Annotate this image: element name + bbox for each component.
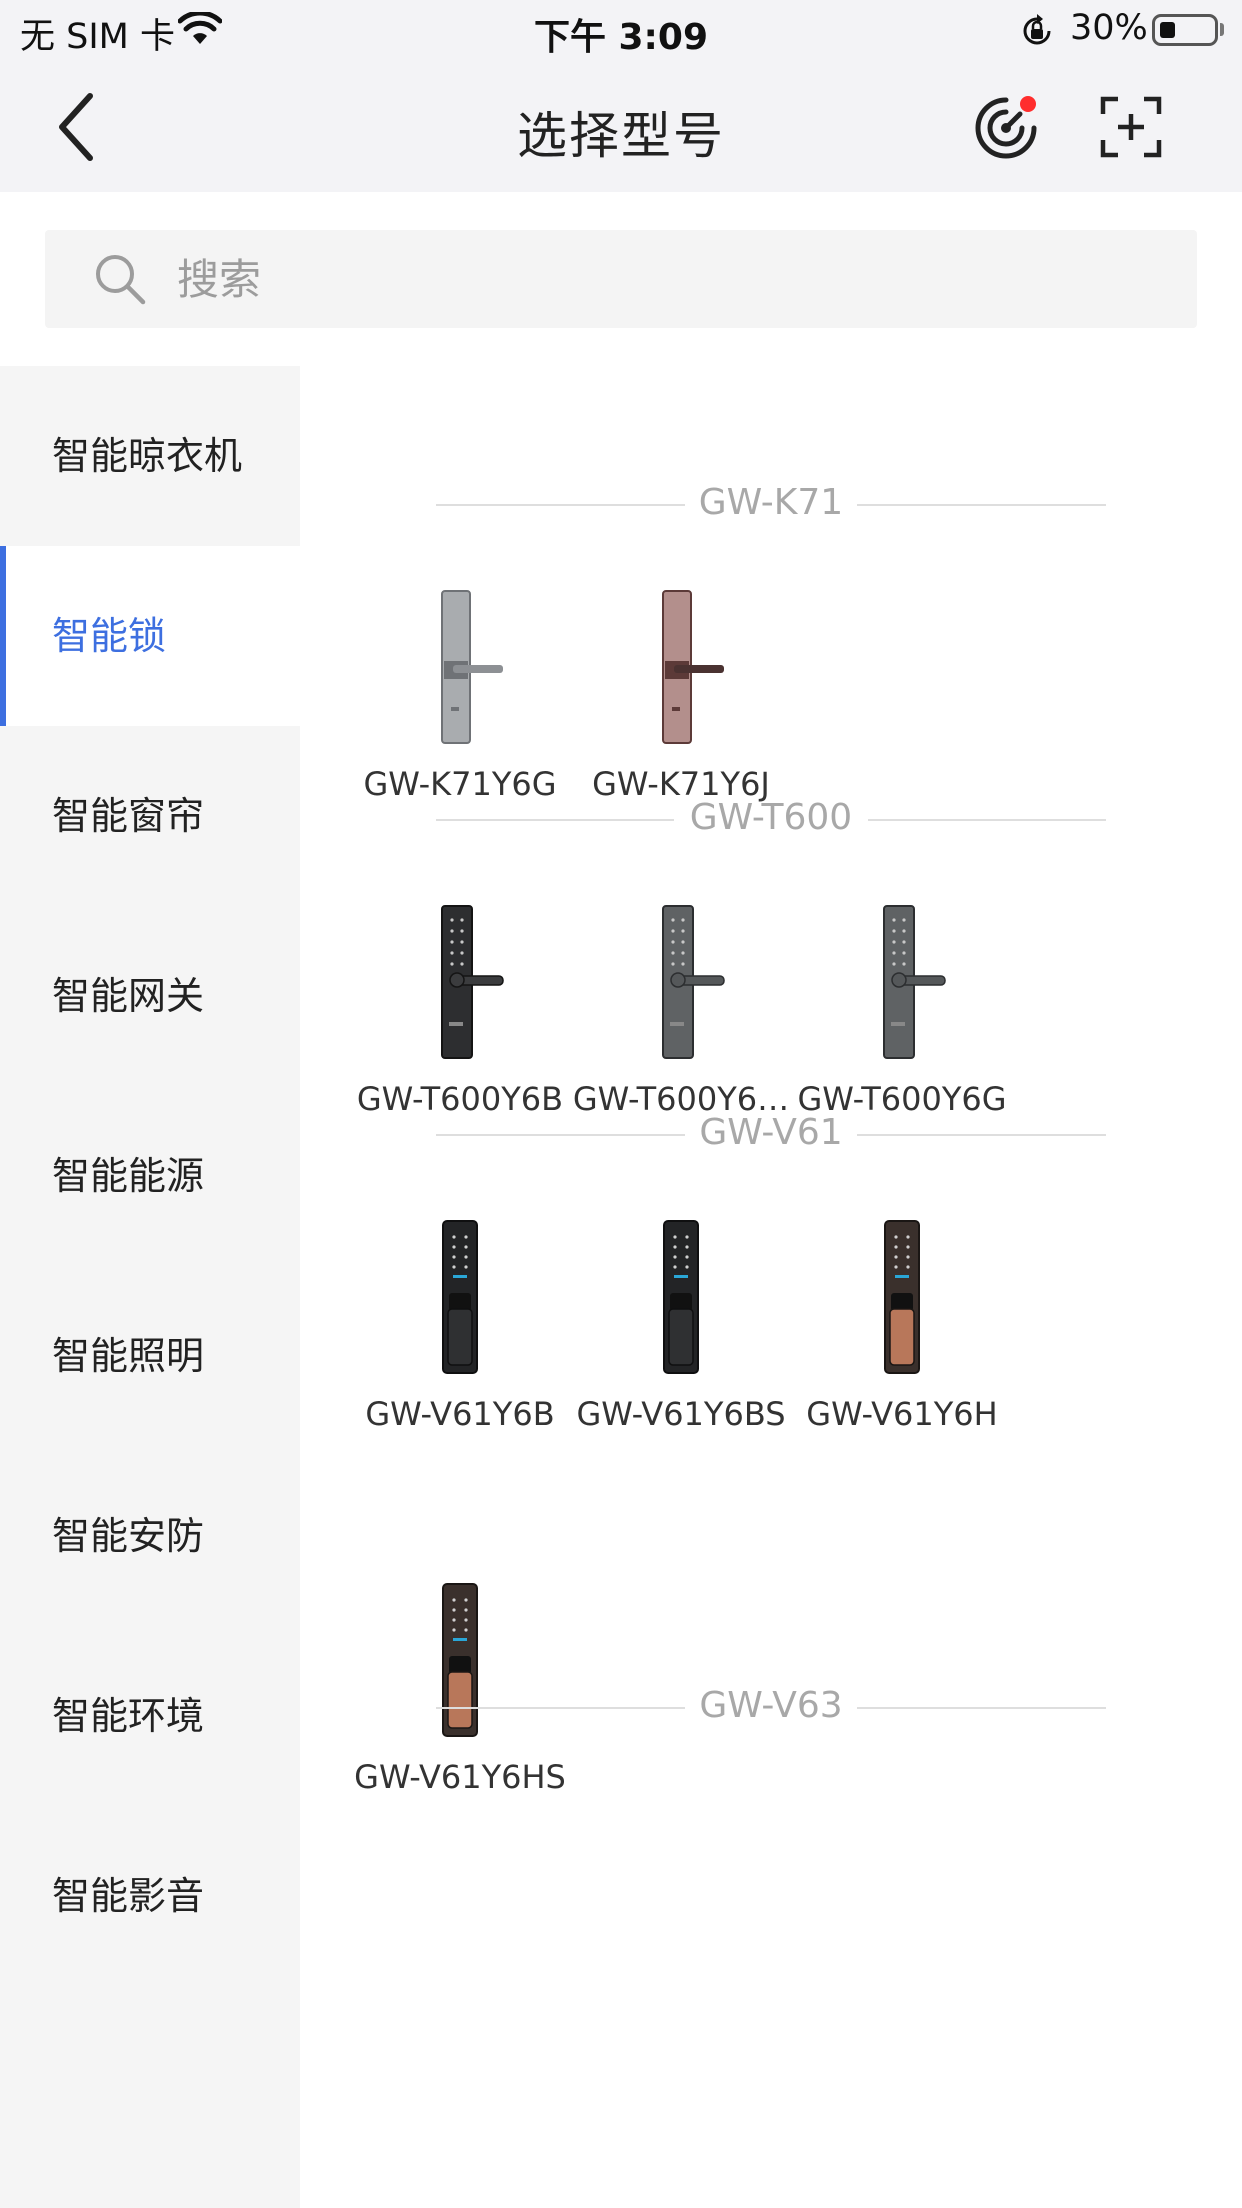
- orientation-lock-icon: [1023, 14, 1051, 45]
- product-image: [415, 587, 505, 747]
- product-image: [857, 902, 947, 1062]
- category-sidebar: 智能晾衣机 智能锁 智能窗帘 智能网关 智能能源 智能照明 智能安防 智能环境 智能影音: [0, 366, 300, 2208]
- battery-icon: [1152, 14, 1218, 46]
- sidebar-item-8[interactable]: 智能影音: [0, 1806, 300, 1986]
- section-header: GW-K71: [300, 474, 1242, 534]
- product-image: [636, 902, 726, 1062]
- sidebar-item-1[interactable]: 智能锁: [0, 546, 300, 726]
- page-title: 选择型号: [517, 107, 725, 165]
- sidebar-item-0[interactable]: 智能晾衣机: [0, 366, 300, 546]
- model-list: GW-K71 GW-K71Y6G GW-K71Y6J GW-T600 GW-T600Y6…: [300, 366, 1242, 2208]
- product-name: GW-V61Y6HS: [354, 1758, 566, 1796]
- battery-nub: [1220, 23, 1224, 36]
- section-header: GW-V63: [300, 1677, 1242, 1737]
- status-bar: 无 SIM 卡 下午 3:09 30%: [0, 0, 1242, 62]
- product-image: [636, 1217, 726, 1377]
- battery-level: [1160, 22, 1175, 38]
- product-image: [857, 1217, 947, 1377]
- product-image: [415, 902, 505, 1062]
- search-input[interactable]: [177, 230, 1157, 328]
- scan-add-icon[interactable]: [1100, 96, 1162, 158]
- section-title: GW-V61: [699, 1112, 843, 1153]
- product-item[interactable]: GW-V61Y6H: [747, 1217, 1057, 1517]
- section-title: GW-K71: [698, 482, 844, 523]
- section-title: GW-V63: [699, 1685, 843, 1726]
- sidebar-item-6[interactable]: 智能安防: [0, 1446, 300, 1626]
- sidebar-item-3[interactable]: 智能网关: [0, 906, 300, 1086]
- product-image: [636, 587, 726, 747]
- sidebar-item-2[interactable]: 智能窗帘: [0, 726, 300, 906]
- radar-icon[interactable]: [970, 92, 1042, 164]
- product-name: GW-V61Y6H: [806, 1395, 998, 1433]
- sidebar-item-5[interactable]: 智能照明: [0, 1266, 300, 1446]
- sidebar-item-7[interactable]: 智能环境: [0, 1626, 300, 1806]
- notification-dot: [1020, 96, 1036, 112]
- search-icon: [96, 255, 146, 305]
- battery-percent: 30%: [1070, 8, 1148, 48]
- section-title: GW-T600: [689, 797, 853, 838]
- product-image: [415, 1217, 505, 1377]
- section-header: GW-T600: [300, 789, 1242, 849]
- sidebar-item-4[interactable]: 智能能源: [0, 1086, 300, 1266]
- search-bar[interactable]: [45, 230, 1197, 328]
- nav-bar: 选择型号: [0, 62, 1242, 192]
- section-header: GW-V61: [300, 1104, 1242, 1164]
